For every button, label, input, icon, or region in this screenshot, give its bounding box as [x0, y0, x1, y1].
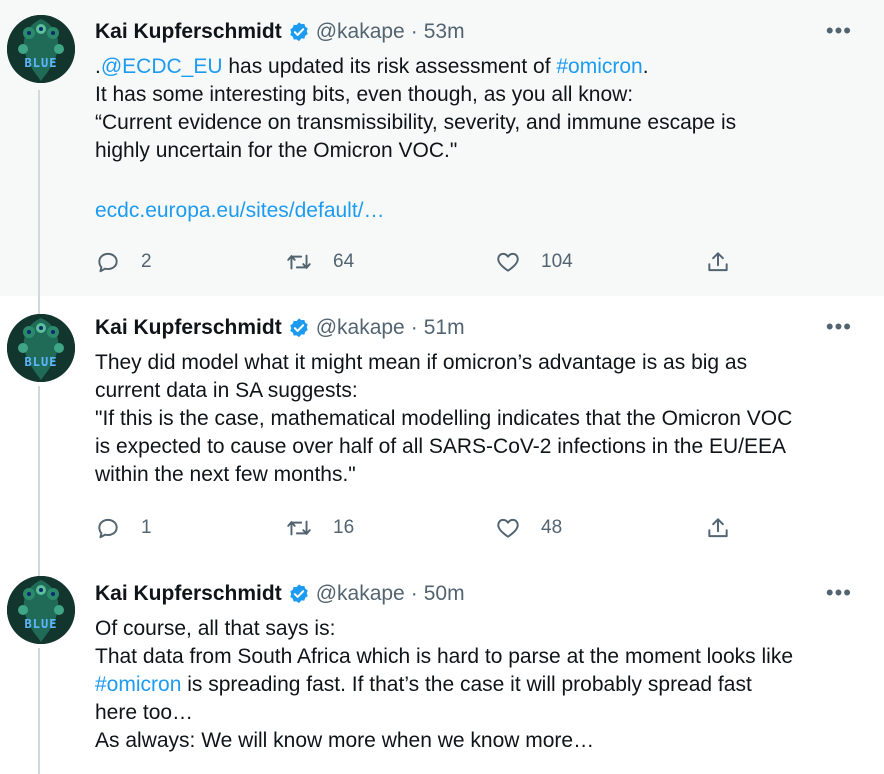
tweet-text-line: It has some interesting bits, even thoug…	[95, 83, 634, 106]
tweet-text-line: That data from South Africa which is har…	[95, 645, 794, 668]
author-name[interactable]: Kai Kupferschmidt	[95, 20, 282, 44]
avatar[interactable]: BLUE	[7, 15, 75, 83]
more-options-button[interactable]: •••	[826, 316, 852, 338]
more-options-button[interactable]: •••	[826, 582, 852, 604]
heart-icon	[497, 252, 519, 272]
thread-connector-line	[38, 562, 40, 576]
author-handle[interactable]: @kakape	[316, 20, 405, 44]
more-options-button[interactable]: •••	[826, 20, 852, 42]
reply-count: 2	[141, 251, 152, 272]
tweet-text-line: is expected to cause over half of all SA…	[95, 435, 787, 458]
like-count: 48	[541, 517, 563, 538]
tweet-text: They did model what it might mean if omi…	[95, 349, 855, 489]
author-name[interactable]: Kai Kupferschmidt	[95, 582, 282, 606]
author-handle[interactable]: @kakape	[316, 316, 405, 340]
avatar-text: BLUE	[24, 617, 58, 631]
separator-dot: ·	[410, 582, 418, 605]
tweet-text-line: .@ECDC_EU has updated its risk assessmen…	[95, 55, 649, 78]
separator-dot: ·	[410, 316, 418, 339]
heart-icon	[497, 518, 519, 538]
tweet-text-line: within the next few months."	[95, 463, 356, 486]
verified-badge-icon	[288, 317, 310, 339]
separator-dot: ·	[410, 20, 418, 43]
reply-count: 1	[141, 517, 152, 538]
tweet-actions: 2 64 104	[95, 249, 735, 279]
tweet-text: Of course, all that says is: That data f…	[95, 615, 855, 755]
thread-connector-line	[38, 648, 40, 774]
avatar[interactable]: BLUE	[7, 576, 75, 644]
avatar-text: BLUE	[24, 56, 58, 70]
tweet-text-line: here too…	[95, 701, 194, 724]
tweet-timestamp[interactable]: 50m	[424, 582, 465, 606]
avatar-image-icon	[7, 15, 75, 83]
author-name[interactable]: Kai Kupferschmidt	[95, 316, 282, 340]
tweet-text-line: "If this is the case, mathematical model…	[95, 407, 793, 430]
tweet-text-line: highly uncertain for the Omicron VOC."	[95, 139, 458, 162]
tweet-text-line: “Current evidence on transmissibility, s…	[95, 111, 737, 134]
retweet-count: 16	[333, 517, 355, 538]
verified-badge-icon	[288, 21, 310, 43]
tweet-timestamp[interactable]: 51m	[424, 316, 465, 340]
tweet-text-line: current data in SA suggests:	[95, 379, 358, 402]
retweet-icon	[287, 254, 311, 270]
reply-icon	[98, 518, 118, 539]
retweet-button[interactable]: 64	[285, 249, 354, 275]
avatar-text: BLUE	[24, 355, 58, 369]
avatar-image-icon	[7, 576, 75, 644]
thread-connector-line	[38, 90, 40, 296]
thread-connector-line	[38, 296, 40, 314]
like-button[interactable]: 48	[495, 515, 562, 541]
tweet-3[interactable]: BLUE Kai Kupferschmidt @kakape · 50m •••…	[0, 562, 884, 774]
like-count: 104	[541, 251, 573, 272]
hashtag-link[interactable]: #omicron	[95, 673, 181, 696]
tweet-header: Kai Kupferschmidt @kakape · 53m	[95, 19, 465, 45]
tweet-text: .@ECDC_EU has updated its risk assessmen…	[95, 53, 855, 225]
author-handle[interactable]: @kakape	[316, 582, 405, 606]
share-icon	[708, 252, 728, 272]
reply-button[interactable]: 1	[95, 515, 152, 541]
tweet-1[interactable]: BLUE Kai Kupferschmidt @kakape · 53m •••…	[0, 0, 884, 296]
tweet-header: Kai Kupferschmidt @kakape · 51m	[95, 315, 465, 341]
verified-badge-icon	[288, 583, 310, 605]
tweet-timestamp[interactable]: 53m	[424, 20, 465, 44]
tweet-actions: 1 16 48	[95, 515, 735, 545]
retweet-count: 64	[333, 251, 355, 272]
tweet-text-line: As always: We will know more when we kno…	[95, 729, 595, 752]
tweet-2[interactable]: BLUE Kai Kupferschmidt @kakape · 51m •••…	[0, 296, 884, 562]
hashtag-link[interactable]: #omicron	[556, 55, 642, 78]
reply-icon	[98, 252, 118, 273]
tweet-text-line: Of course, all that says is:	[95, 617, 336, 640]
mention-link[interactable]: @ECDC_EU	[101, 55, 223, 78]
tweet-thread: BLUE Kai Kupferschmidt @kakape · 53m •••…	[0, 0, 884, 774]
tweet-text-line: #omicron is spreading fast. If that’s th…	[95, 673, 752, 696]
like-button[interactable]: 104	[495, 249, 573, 275]
share-icon	[708, 518, 728, 538]
thread-connector-line	[38, 386, 40, 562]
reply-button[interactable]: 2	[95, 249, 152, 275]
retweet-button[interactable]: 16	[285, 515, 354, 541]
share-button[interactable]	[705, 249, 731, 275]
share-button[interactable]	[705, 515, 731, 541]
url-link[interactable]: ecdc.europa.eu/sites/default/…	[95, 197, 855, 225]
tweet-text-line: They did model what it might mean if omi…	[95, 351, 748, 374]
retweet-icon	[287, 520, 311, 536]
avatar[interactable]: BLUE	[7, 314, 75, 382]
tweet-header: Kai Kupferschmidt @kakape · 50m	[95, 581, 465, 607]
avatar-image-icon	[7, 314, 75, 382]
